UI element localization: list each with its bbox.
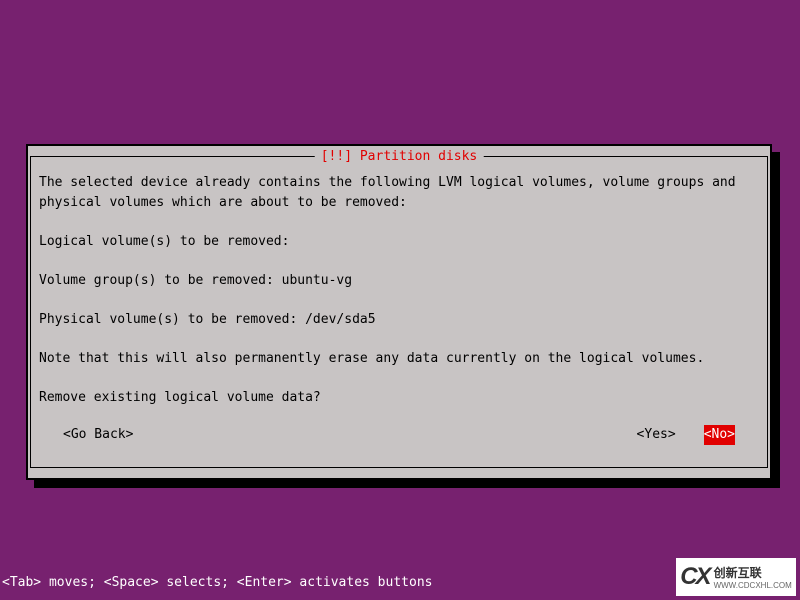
title-text: [!!] Partition disks bbox=[321, 149, 478, 164]
button-row: <Go Back> <Yes> <No> bbox=[39, 425, 759, 445]
dialog-body: The selected device already contains the… bbox=[39, 173, 759, 407]
body-line-10: Note that this will also permanently era… bbox=[39, 351, 704, 366]
yes-button[interactable]: <Yes> bbox=[637, 425, 676, 445]
help-bar: <Tab> moves; <Space> selects; <Enter> ac… bbox=[0, 573, 432, 593]
watermark-text-wrap: 创新互联 WWW.CDCXHL.COM bbox=[714, 564, 792, 590]
dialog-title: [!!] Partition disks bbox=[315, 147, 484, 167]
body-line-2: physical volumes which are about to be r… bbox=[39, 195, 407, 210]
dialog-inner: [!!] Partition disks The selected device… bbox=[30, 156, 768, 468]
partition-dialog: [!!] Partition disks The selected device… bbox=[26, 144, 772, 480]
body-line-8: Physical volume(s) to be removed: /dev/s… bbox=[39, 312, 376, 327]
body-line-6: Volume group(s) to be removed: ubuntu-vg bbox=[39, 273, 352, 288]
watermark-logo: CX bbox=[680, 559, 709, 595]
watermark-sub: WWW.CDCXHL.COM bbox=[714, 582, 792, 590]
no-button[interactable]: <No> bbox=[704, 425, 735, 445]
body-line-4: Logical volume(s) to be removed: bbox=[39, 234, 289, 249]
watermark: CX 创新互联 WWW.CDCXHL.COM bbox=[676, 558, 796, 596]
right-buttons: <Yes> <No> bbox=[637, 425, 735, 445]
body-line-1: The selected device already contains the… bbox=[39, 175, 736, 190]
go-back-button[interactable]: <Go Back> bbox=[63, 425, 133, 445]
watermark-text: 创新互联 bbox=[714, 564, 762, 582]
help-text: <Tab> moves; <Space> selects; <Enter> ac… bbox=[2, 575, 432, 590]
body-line-12: Remove existing logical volume data? bbox=[39, 390, 321, 405]
